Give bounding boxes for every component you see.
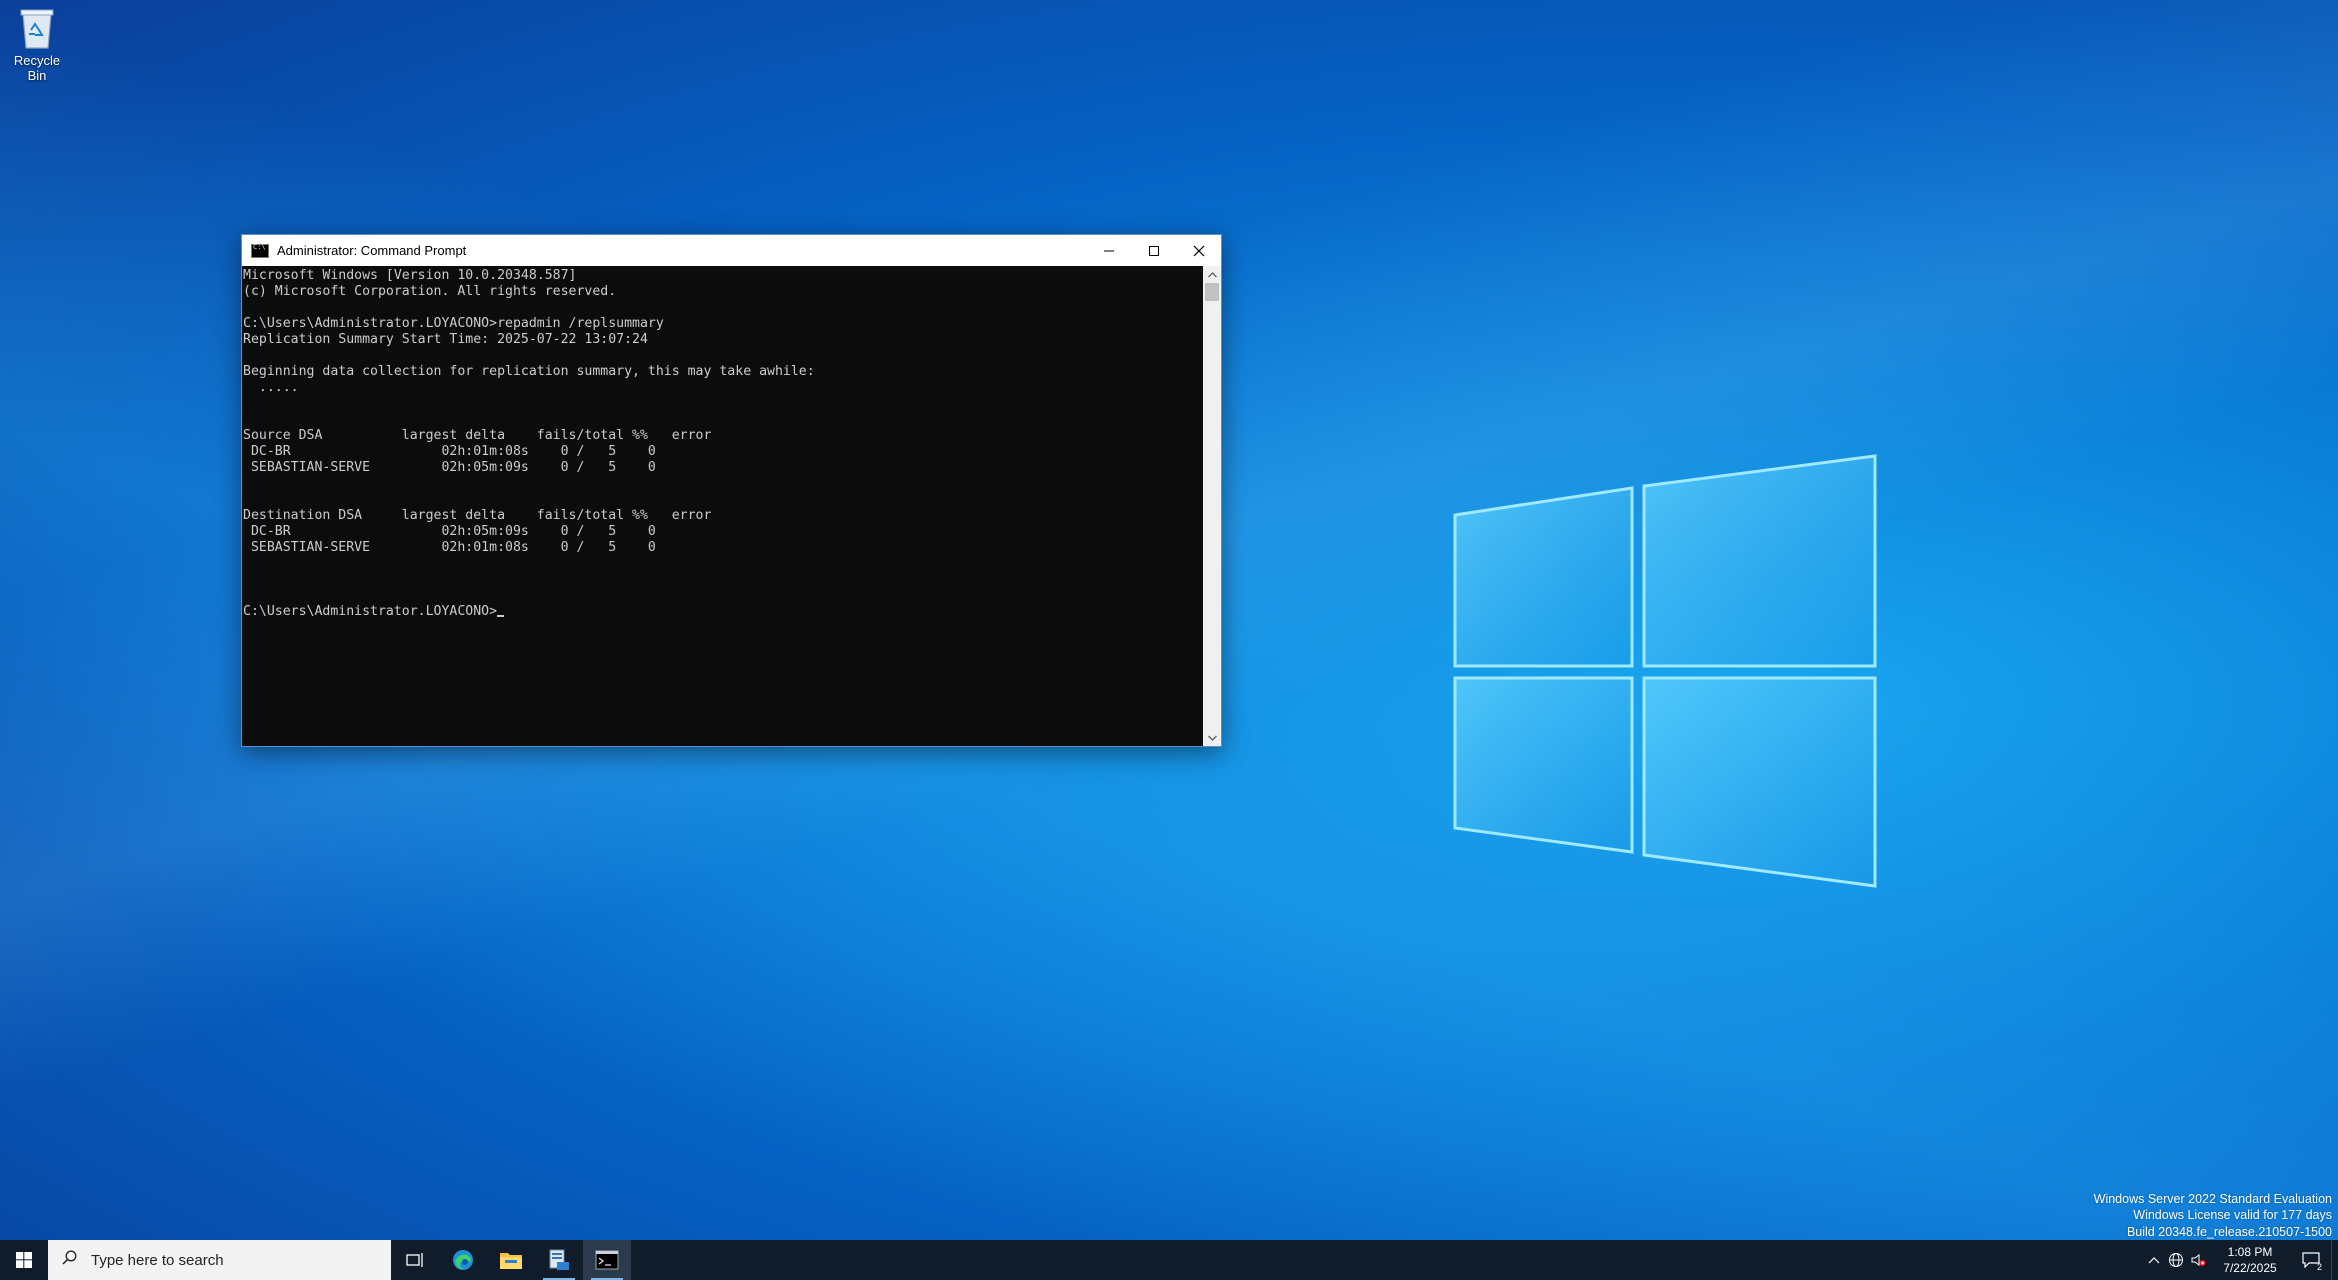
close-icon (1193, 245, 1204, 256)
console-line: Destination DSA largest delta fails/tota… (243, 508, 712, 523)
taskbar-file-explorer[interactable] (487, 1240, 535, 1280)
volume-button[interactable] (2187, 1240, 2209, 1280)
windows-evaluation-watermark: Windows Server 2022 Standard Evaluation … (2094, 1191, 2332, 1241)
taskbar-server-manager[interactable] (535, 1240, 583, 1280)
clock-date: 7/22/2025 (2223, 1261, 2277, 1275)
minimize-icon (1103, 250, 1114, 251)
network-button[interactable] (2165, 1240, 2187, 1280)
maximize-button[interactable] (1131, 235, 1176, 266)
console-line: ..... (243, 380, 299, 395)
console-line: DC-BR 02h:05m:09s 0 / 5 0 (243, 524, 656, 539)
console-output[interactable]: Microsoft Windows [Version 10.0.20348.58… (242, 266, 1201, 746)
clock-time: 1:08 PM (2227, 1245, 2273, 1259)
command-prompt-window[interactable]: Administrator: Command Prompt Microsoft … (241, 234, 1222, 747)
scrollbar-thumb[interactable] (1205, 283, 1219, 301)
cmd-app-icon (251, 243, 269, 258)
text-cursor (497, 615, 505, 617)
search-icon (62, 1250, 77, 1270)
show-desktop-button[interactable] (2331, 1240, 2338, 1280)
chevron-up-icon (2148, 1257, 2160, 1264)
task-view-button[interactable] (391, 1240, 439, 1280)
system-tray: 1:08 PM 7/22/2025 2 (2143, 1240, 2338, 1280)
console-line: SEBASTIAN-SERVE 02h:01m:08s 0 / 5 0 (243, 540, 656, 555)
window-title: Administrator: Command Prompt (277, 243, 467, 258)
watermark-line3: Build 20348.fe_release.210507-1500 (2126, 1224, 2332, 1239)
action-center-button[interactable]: 2 (2291, 1240, 2331, 1280)
taskbar-clock[interactable]: 1:08 PM 7/22/2025 (2209, 1244, 2291, 1276)
edge-browser-icon (453, 1250, 473, 1270)
recycle-bin-icon (17, 6, 57, 50)
network-globe-icon (2169, 1253, 2183, 1267)
windows-start-icon (16, 1252, 32, 1268)
taskbar: 1:08 PM 7/22/2025 2 (0, 1240, 2338, 1280)
desktop-icon-recycle-bin[interactable]: Recycle Bin (4, 6, 70, 83)
console-line: C:\Users\Administrator.LOYACONO>repadmin… (243, 316, 664, 331)
scroll-up-button[interactable] (1203, 266, 1221, 283)
task-view-icon (406, 1253, 423, 1267)
console-line: DC-BR 02h:01m:08s 0 / 5 0 (243, 444, 656, 459)
maximize-icon (1148, 245, 1159, 256)
folder-icon (500, 1253, 522, 1269)
command-prompt-icon (595, 1250, 619, 1270)
search-input[interactable] (89, 1250, 373, 1270)
taskbar-edge[interactable] (439, 1240, 487, 1280)
console-text: Microsoft Windows [Version 10.0.20348.58… (242, 266, 1201, 620)
console-line: (c) Microsoft Corporation. All rights re… (243, 284, 617, 299)
chevron-up-icon (1207, 271, 1217, 277)
console-line: SEBASTIAN-SERVE 02h:05m:09s 0 / 5 0 (243, 460, 656, 475)
vertical-scrollbar[interactable] (1203, 266, 1221, 746)
close-button[interactable] (1176, 235, 1221, 266)
console-line: Replication Summary Start Time: 2025-07-… (243, 332, 648, 347)
watermark-line1: Windows Server 2022 Standard Evaluation (2093, 1191, 2332, 1206)
chevron-down-icon (1207, 735, 1217, 741)
windows-logo-wallpaper (1453, 454, 1877, 888)
server-manager-icon (549, 1249, 569, 1270)
start-button[interactable] (0, 1240, 48, 1280)
console-line: Microsoft Windows [Version 10.0.20348.58… (243, 268, 577, 283)
recycle-bin-label: Recycle Bin (13, 53, 61, 83)
scroll-down-button[interactable] (1203, 729, 1221, 746)
taskbar-search-box[interactable] (48, 1240, 391, 1280)
minimize-button[interactable] (1086, 235, 1131, 266)
window-titlebar[interactable]: Administrator: Command Prompt (242, 235, 1221, 266)
volume-muted-icon (2191, 1254, 2206, 1266)
console-line: Beginning data collection for replicatio… (243, 364, 815, 379)
console-line: C:\Users\Administrator.LOYACONO> (243, 604, 498, 619)
show-hidden-icons-button[interactable] (2143, 1240, 2165, 1280)
notification-count: 2 (2316, 1262, 2322, 1272)
watermark-line2: Windows License valid for 177 days (2133, 1208, 2332, 1222)
console-line: Source DSA largest delta fails/total %% … (243, 428, 712, 443)
taskbar-command-prompt[interactable] (583, 1240, 631, 1280)
